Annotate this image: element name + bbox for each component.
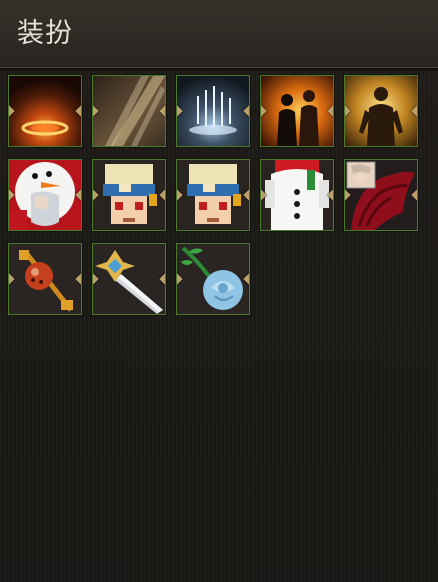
avatar-panel: 装扮 <box>0 0 438 582</box>
golden-silhouette-icon <box>345 76 417 146</box>
snowman-hood-icon <box>9 160 81 230</box>
pixel-hat-avatar-icon <box>93 160 165 230</box>
panel-title: 装扮 <box>17 18 73 49</box>
item-slot-pixel-hat-avatar-2[interactable] <box>176 159 250 231</box>
item-slot-snowman-hood-character[interactable] <box>8 159 82 231</box>
item-slot-blue-rose[interactable] <box>176 243 250 315</box>
pixel-hat-avatar-icon <box>177 160 249 230</box>
snowman-costume-icon <box>261 160 333 230</box>
fire-silhouettes-icon <box>261 76 333 146</box>
red-wings-icon <box>345 160 417 230</box>
item-slot-orange-mace[interactable] <box>8 243 82 315</box>
item-slot-aura-golden-silhouette[interactable] <box>344 75 418 147</box>
item-slot-aura-ice-sparkle[interactable] <box>176 75 250 147</box>
item-slot-aura-fire-silhouettes[interactable] <box>260 75 334 147</box>
item-slot-red-wings[interactable] <box>344 159 418 231</box>
fire-ring-icon <box>9 76 81 146</box>
ice-sparkle-icon <box>177 76 249 146</box>
item-slot-snowman-costume[interactable] <box>260 159 334 231</box>
item-slot-ornate-sword[interactable] <box>92 243 166 315</box>
blue-rose-icon <box>177 244 249 314</box>
item-slot-aura-fire-ring[interactable] <box>8 75 82 147</box>
item-slot-pixel-hat-avatar-1[interactable] <box>92 159 166 231</box>
ornate-sword-icon <box>93 244 165 314</box>
light-beams-icon <box>93 76 165 146</box>
orange-mace-icon <box>9 244 81 314</box>
item-slot-aura-light-beams[interactable] <box>92 75 166 147</box>
panel-header: 装扮 <box>0 0 438 70</box>
